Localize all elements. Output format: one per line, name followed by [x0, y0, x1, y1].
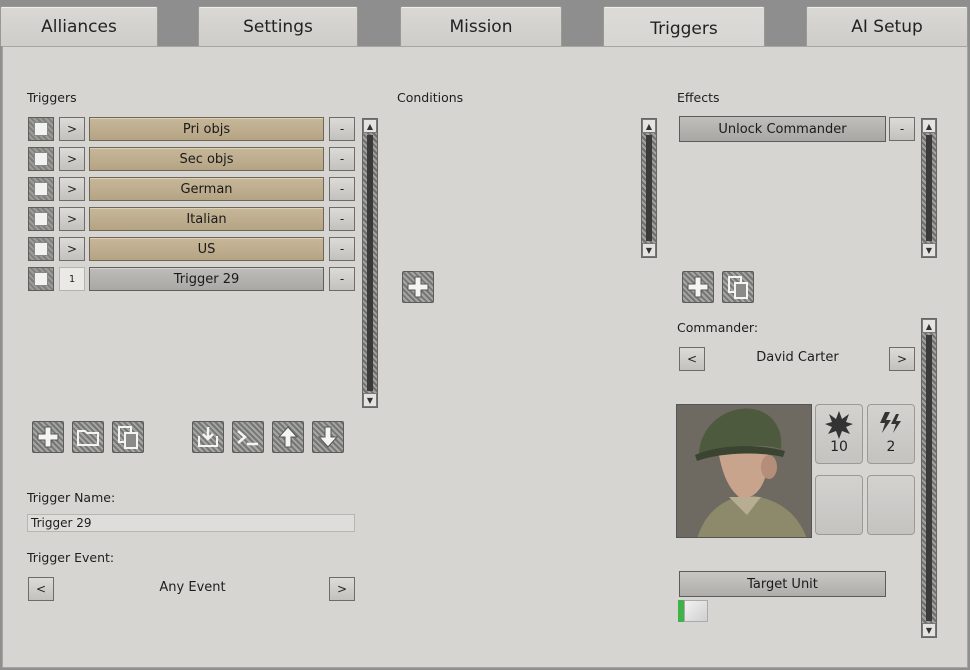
- effect-details-scrollbar[interactable]: ▲ ▼: [921, 318, 937, 638]
- trigger-row-italian[interactable]: Italian: [89, 207, 324, 231]
- effect-remove-button[interactable]: -: [889, 117, 915, 141]
- tab-alliances[interactable]: Alliances: [0, 6, 158, 46]
- ability-value: 10: [830, 439, 848, 455]
- trigger-remove-button[interactable]: -: [329, 147, 355, 171]
- tab-label: Triggers: [650, 18, 718, 39]
- effect-row-unlock-commander[interactable]: Unlock Commander: [679, 116, 886, 142]
- import-icon: [198, 427, 218, 447]
- add-effect-button[interactable]: [682, 271, 714, 303]
- trigger-row-trigger-29[interactable]: Trigger 29: [89, 267, 324, 291]
- add-condition-button[interactable]: [402, 271, 434, 303]
- trigger-remove-button[interactable]: -: [329, 207, 355, 231]
- triggers-heading: Triggers: [27, 90, 77, 105]
- ability-slot-empty[interactable]: [815, 475, 863, 535]
- tab-ai-setup[interactable]: AI Setup: [806, 6, 968, 46]
- move-up-button[interactable]: [272, 421, 304, 453]
- trigger-expand-button[interactable]: >: [59, 177, 85, 201]
- trigger-row-german[interactable]: German: [89, 177, 324, 201]
- trigger-count: 1: [59, 267, 85, 291]
- trigger-expand-button[interactable]: >: [59, 207, 85, 231]
- event-prev-button[interactable]: <: [28, 577, 54, 601]
- move-down-button[interactable]: [312, 421, 344, 453]
- trigger-checkbox[interactable]: [28, 267, 54, 291]
- console-icon: [237, 430, 258, 446]
- trigger-remove-button[interactable]: -: [329, 177, 355, 201]
- scroll-down-icon[interactable]: ▼: [922, 243, 936, 257]
- tab-label: Alliances: [41, 16, 117, 37]
- ability-slot[interactable]: 10: [815, 404, 863, 464]
- scroll-track[interactable]: [646, 135, 652, 241]
- commander-value: David Carter: [756, 350, 839, 365]
- trigger-expand-button[interactable]: >: [59, 147, 85, 171]
- trigger-checkbox[interactable]: [28, 207, 54, 231]
- trigger-name-label: Trigger Name:: [27, 490, 116, 505]
- triggers-scrollbar[interactable]: ▲ ▼: [362, 118, 378, 408]
- trigger-remove-button[interactable]: -: [329, 117, 355, 141]
- trigger-event-value: Any Event: [159, 580, 226, 595]
- scroll-track[interactable]: [926, 335, 932, 621]
- add-icon: [37, 426, 59, 448]
- explosion-icon: [825, 411, 853, 439]
- copy-icon: [118, 426, 138, 449]
- tab-triggers[interactable]: Triggers: [603, 6, 765, 50]
- tab-bar: Alliances Settings Mission Triggers AI S…: [0, 0, 970, 50]
- add-icon: [407, 276, 429, 298]
- add-icon: [687, 276, 709, 298]
- trigger-checkbox[interactable]: [28, 237, 54, 261]
- conditions-heading: Conditions: [397, 90, 464, 105]
- trigger-checkbox[interactable]: [28, 177, 54, 201]
- trigger-checkbox[interactable]: [28, 117, 54, 141]
- commander-label: Commander:: [677, 320, 759, 335]
- tab-label: Settings: [243, 16, 313, 37]
- scroll-down-icon[interactable]: ▼: [363, 393, 377, 407]
- ability-slot-empty[interactable]: [867, 475, 915, 535]
- trigger-row-us[interactable]: US: [89, 237, 324, 261]
- scroll-up-icon[interactable]: ▲: [642, 119, 656, 133]
- arrow-down-icon: [317, 426, 339, 448]
- tab-label: AI Setup: [851, 16, 923, 37]
- trigger-expand-button[interactable]: >: [59, 117, 85, 141]
- event-next-button[interactable]: >: [329, 577, 355, 601]
- scroll-down-icon[interactable]: ▼: [922, 623, 936, 637]
- scroll-track[interactable]: [926, 135, 932, 241]
- copy-trigger-button[interactable]: [112, 421, 144, 453]
- target-unit-icon[interactable]: [684, 600, 708, 622]
- soldier-portrait-icon: [677, 405, 811, 537]
- lightning-icon: [880, 412, 901, 433]
- commander-prev-button[interactable]: <: [679, 347, 705, 371]
- scroll-up-icon[interactable]: ▲: [922, 319, 936, 333]
- trigger-event-label: Trigger Event:: [27, 550, 115, 565]
- tab-label: Mission: [449, 16, 513, 37]
- scroll-up-icon[interactable]: ▲: [363, 119, 377, 133]
- folder-icon: [77, 430, 99, 446]
- commander-next-button[interactable]: >: [889, 347, 915, 371]
- tab-mission[interactable]: Mission: [400, 6, 562, 46]
- trigger-row-pri-objs[interactable]: Pri objs: [89, 117, 324, 141]
- effects-heading: Effects: [677, 90, 720, 105]
- trigger-remove-button[interactable]: -: [329, 267, 355, 291]
- ability-value: 2: [886, 439, 896, 455]
- tab-settings[interactable]: Settings: [198, 6, 358, 46]
- target-unit-button[interactable]: Target Unit: [679, 571, 886, 597]
- arrow-up-icon: [277, 426, 299, 448]
- commander-portrait: [676, 404, 812, 538]
- ability-slot[interactable]: 2: [867, 404, 915, 464]
- scroll-track[interactable]: [367, 135, 373, 391]
- copy-icon: [728, 276, 748, 299]
- scroll-up-icon[interactable]: ▲: [922, 119, 936, 133]
- trigger-name-input[interactable]: Trigger 29: [27, 514, 355, 532]
- copy-effect-button[interactable]: [722, 271, 754, 303]
- import-trigger-button[interactable]: [192, 421, 224, 453]
- effects-scrollbar[interactable]: ▲ ▼: [921, 118, 937, 258]
- add-trigger-button[interactable]: [32, 421, 64, 453]
- trigger-row-sec-objs[interactable]: Sec objs: [89, 147, 324, 171]
- scroll-down-icon[interactable]: ▼: [642, 243, 656, 257]
- trigger-checkbox[interactable]: [28, 147, 54, 171]
- conditions-scrollbar[interactable]: ▲ ▼: [641, 118, 657, 258]
- trigger-remove-button[interactable]: -: [329, 237, 355, 261]
- console-button[interactable]: [232, 421, 264, 453]
- add-folder-button[interactable]: [72, 421, 104, 453]
- trigger-expand-button[interactable]: >: [59, 237, 85, 261]
